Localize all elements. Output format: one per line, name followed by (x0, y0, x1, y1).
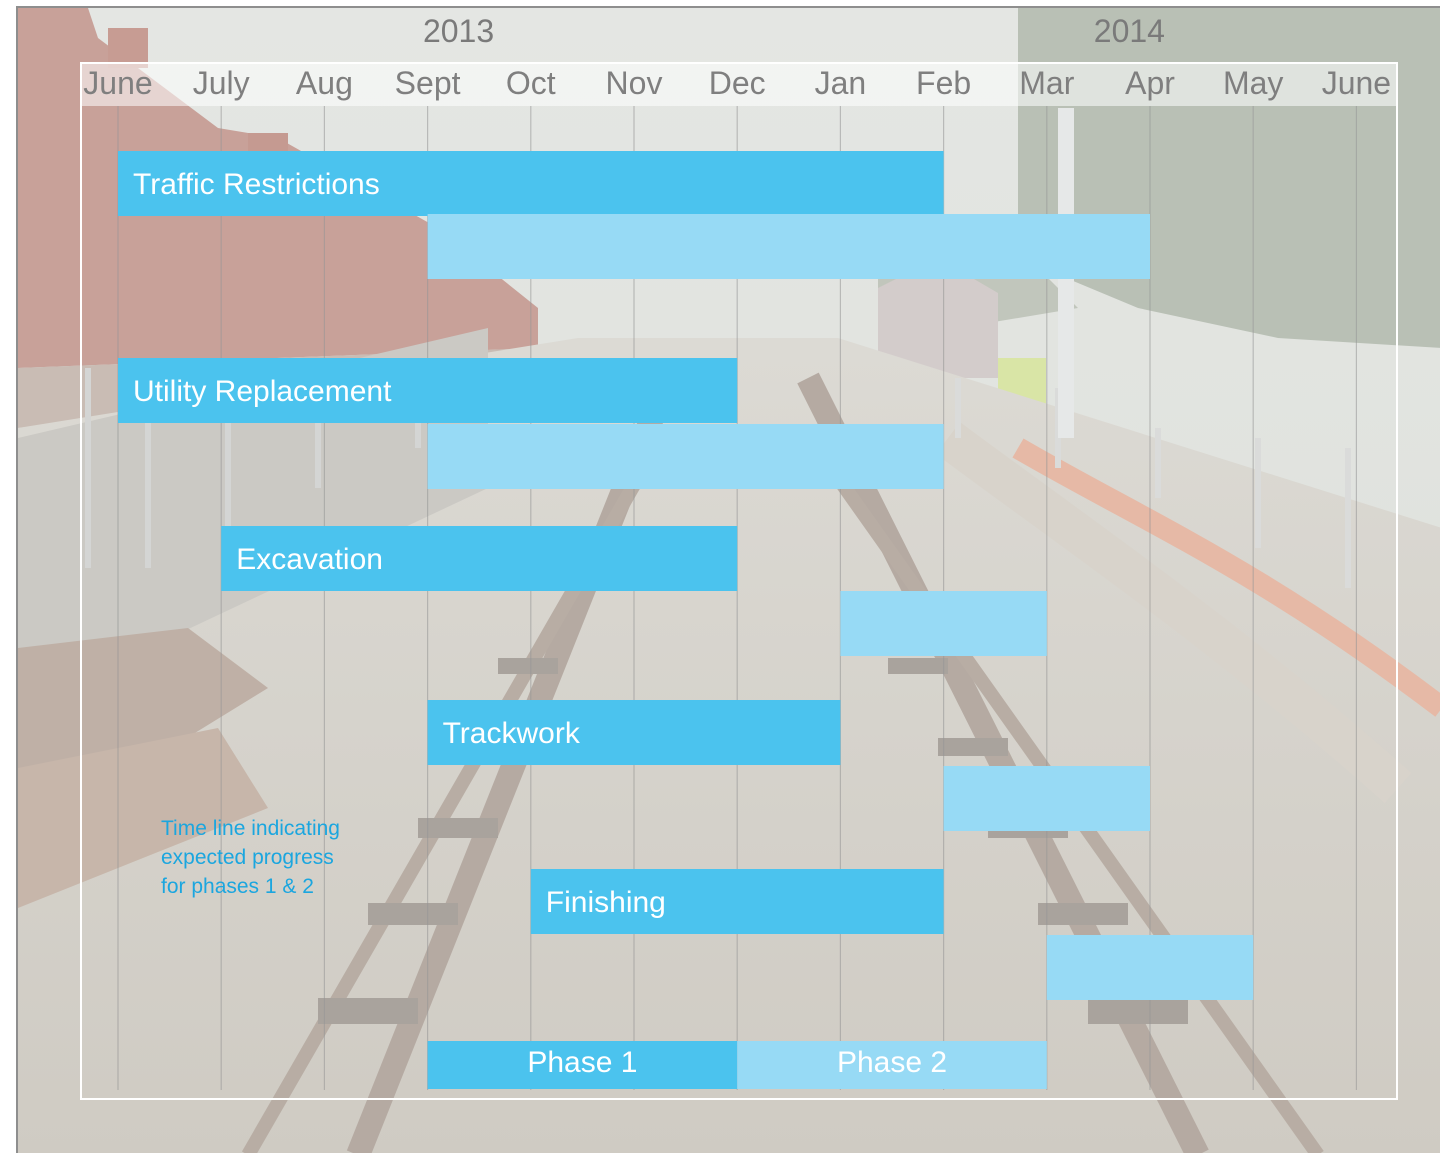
legend-label: Phase 2 (837, 1046, 947, 1079)
phase2-bar (427, 214, 1151, 279)
timeline-note: Time line indicating expected progress f… (161, 814, 401, 901)
task-label: Trackwork (443, 717, 581, 750)
month-tick-label: May (1223, 65, 1283, 101)
phase2-bar (427, 424, 944, 489)
month-tick-label: Aug (296, 65, 353, 101)
phase2-bar (840, 591, 1047, 656)
gantt-chart: Traffic Restrictions Utility Replacement E… (83, 13, 1391, 1090)
year-label: 2014 (1094, 13, 1165, 49)
month-tick-label: July (193, 65, 250, 101)
note-line: expected progress (161, 846, 334, 869)
month-tick-label: Oct (506, 65, 556, 101)
axis-labels: June July Aug Sept Oct Nov Dec Jan Feb Mar Apr May J… (83, 13, 1391, 101)
phase2-bar (943, 766, 1150, 831)
month-tick-label: Nov (606, 65, 663, 101)
phase2-bar (1046, 935, 1254, 1000)
month-tick-label: Dec (709, 65, 766, 101)
note-line: Time line indicating (161, 817, 340, 840)
month-tick-label: Apr (1125, 65, 1175, 101)
legend-label: Phase 1 (527, 1046, 637, 1079)
month-tick-label: June (83, 65, 152, 101)
month-tick-label: June (1322, 65, 1391, 101)
note-line: for phases 1 & 2 (161, 875, 314, 898)
month-tick-label: Feb (916, 65, 971, 101)
task-label: Excavation (236, 543, 383, 576)
phase-legend: Phase 1 Phase 2 (427, 1041, 1047, 1089)
task-label: Utility Replacement (133, 375, 392, 408)
month-tick-label: Jan (815, 65, 867, 101)
task-label: Finishing (546, 886, 666, 919)
task-label: Traffic Restrictions (133, 168, 380, 201)
month-tick-label: Sept (395, 65, 461, 101)
year-label: 2013 (423, 13, 494, 49)
month-tick-label: Mar (1019, 65, 1074, 101)
